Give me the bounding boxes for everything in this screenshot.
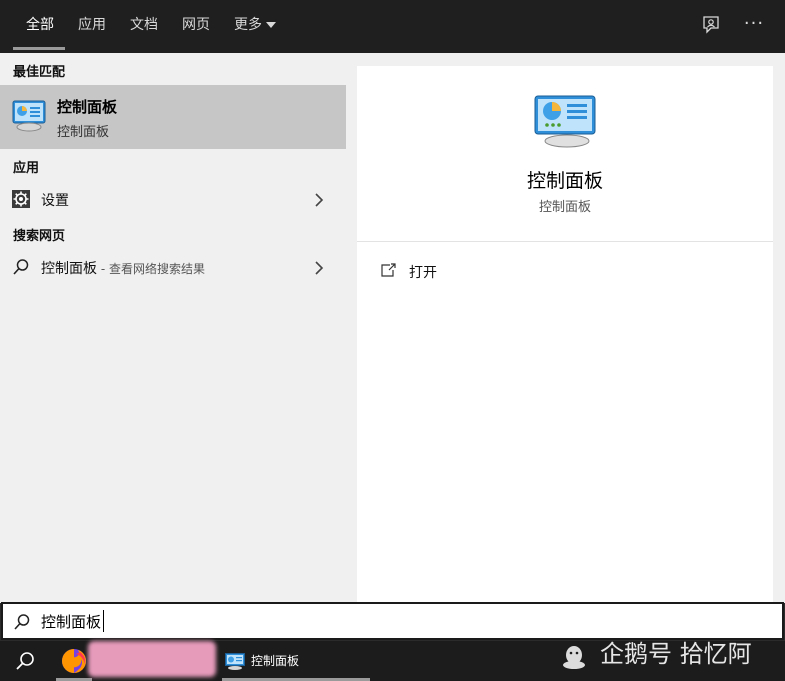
text-cursor — [103, 610, 104, 632]
search-input[interactable] — [41, 610, 641, 632]
best-match-item[interactable]: 控制面板 控制面板 — [0, 85, 346, 149]
open-action-label: 打开 — [409, 265, 437, 281]
chevron-right-icon[interactable] — [314, 261, 324, 275]
ellipsis-icon[interactable]: ··· — [742, 14, 766, 34]
taskbar: 控制面板 企鹅号 拾忆阿 — [0, 641, 785, 681]
active-tab-indicator — [13, 47, 65, 50]
firefox-icon[interactable] — [60, 647, 88, 675]
tab-web[interactable]: 网页 — [182, 0, 210, 50]
tab-more[interactable]: 更多 — [234, 0, 262, 50]
taskbar-app-control-panel[interactable]: 控制面板 — [222, 641, 372, 681]
search-icon[interactable] — [14, 650, 36, 672]
search-icon — [13, 259, 29, 275]
control-panel-icon — [225, 653, 245, 670]
divider — [357, 241, 773, 242]
gear-icon — [12, 190, 30, 208]
list-item-settings[interactable]: 设置 — [0, 182, 346, 216]
best-match-subtitle: 控制面板 — [57, 125, 110, 140]
tab-documents[interactable]: 文档 — [130, 0, 158, 50]
search-icon — [14, 614, 30, 630]
search-box[interactable] — [1, 602, 784, 640]
search-filter-bar: 全部 应用 文档 网页 更多 ··· — [0, 0, 785, 53]
preview-pane: 控制面板 控制面板 打开 — [357, 66, 773, 603]
tab-apps[interactable]: 应用 — [78, 0, 106, 50]
penguin-icon — [563, 646, 585, 669]
list-item-label: 控制面板 - 查看网络搜索结果 — [41, 258, 205, 278]
watermark-text: 企鹅号 拾忆阿 — [600, 640, 752, 668]
taskbar-app-label: 控制面板 — [251, 654, 300, 668]
list-item-label: 设置 — [41, 193, 69, 209]
list-item-web-search[interactable]: 控制面板 - 查看网络搜索结果 — [0, 250, 346, 284]
section-header-best-match: 最佳匹配 — [13, 65, 66, 80]
feedback-icon[interactable] — [701, 15, 721, 35]
results-panel: 最佳匹配 控制面板 控制面板 应用 设置 搜索网页 控制面板 - 查看网络搜索结… — [0, 53, 346, 603]
redacted-region — [88, 641, 216, 677]
section-header-web: 搜索网页 — [13, 229, 66, 244]
control-panel-icon — [534, 95, 596, 148]
web-search-suffix: - 查看网络搜索结果 — [97, 262, 205, 276]
open-icon — [381, 263, 396, 277]
section-header-apps: 应用 — [13, 161, 40, 176]
web-search-query: 控制面板 — [41, 261, 97, 277]
control-panel-icon — [12, 100, 46, 132]
preview-title: 控制面板 — [526, 170, 603, 192]
tab-all[interactable]: 全部 — [26, 0, 54, 50]
chevron-down-icon[interactable] — [266, 22, 276, 28]
open-action[interactable]: 打开 — [357, 256, 773, 286]
preview-subtitle: 控制面板 — [538, 200, 591, 215]
chevron-right-icon[interactable] — [314, 193, 324, 207]
best-match-title: 控制面板 — [57, 98, 118, 116]
